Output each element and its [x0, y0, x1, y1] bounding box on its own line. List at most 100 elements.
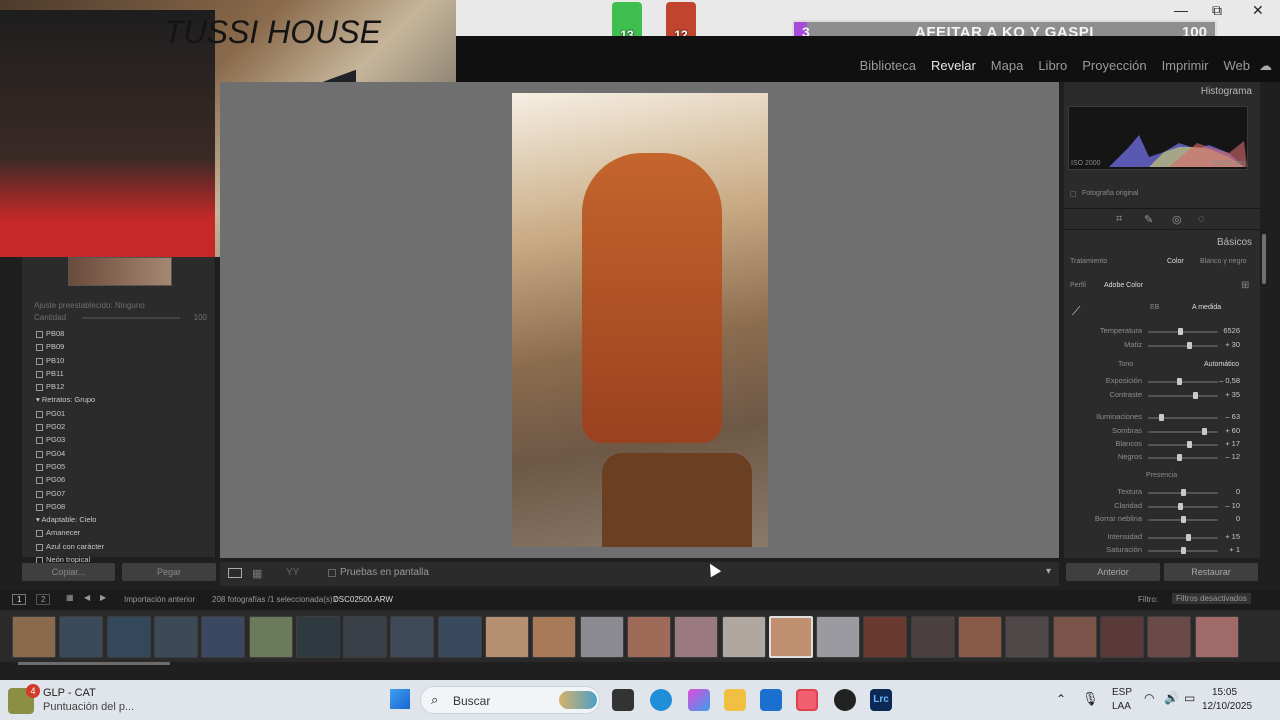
original-photo-checkbox[interactable]: ▢: [1070, 190, 1077, 198]
volume-icon[interactable]: 🔊: [1164, 691, 1179, 705]
monitor-1-button[interactable]: 1: [12, 594, 27, 605]
filmstrip-source[interactable]: Importación anterior: [124, 595, 195, 604]
filmstrip-thumbnail[interactable]: [958, 616, 1002, 658]
lightroom-icon[interactable]: Lrc: [870, 689, 892, 711]
auto-tone-button[interactable]: Automático: [1204, 361, 1239, 368]
preset-group[interactable]: ▾ Adaptable: Cielo: [30, 513, 210, 526]
filmstrip-thumbnail[interactable]: [1147, 616, 1192, 658]
monitor-2-button[interactable]: 2: [36, 594, 51, 605]
start-icon[interactable]: [390, 689, 410, 709]
slider-value[interactable]: + 35: [1225, 390, 1240, 399]
filmstrip-thumbnail[interactable]: [910, 616, 955, 658]
davinci-icon[interactable]: [834, 689, 856, 711]
filmstrip-thumbnail[interactable]: [437, 616, 482, 658]
slider-value[interactable]: – 10: [1225, 501, 1240, 510]
preset-item[interactable]: PB11: [30, 367, 210, 380]
filmstrip-thumbnail[interactable]: [1099, 616, 1144, 658]
slider-thumb[interactable]: [1181, 547, 1186, 554]
slider-track[interactable]: [1148, 331, 1218, 333]
tray-chevron-icon[interactable]: ⌃: [1056, 692, 1066, 706]
heal-icon[interactable]: ✎: [1144, 213, 1153, 226]
preset-item[interactable]: PG02: [30, 420, 210, 433]
filmstrip-thumbnail[interactable]: [201, 616, 246, 658]
grid-icon[interactable]: ▦: [66, 593, 74, 602]
filmstrip-thumbnail[interactable]: [1052, 616, 1097, 658]
tab-imprimir[interactable]: Imprimir: [1162, 58, 1209, 73]
compare-icon[interactable]: YY: [286, 567, 299, 578]
tab-revelar[interactable]: Revelar: [931, 58, 976, 73]
basics-title[interactable]: Básicos: [1217, 237, 1252, 248]
slider-value[interactable]: + 17: [1225, 439, 1240, 448]
slider-value[interactable]: – 12: [1225, 452, 1240, 461]
filmstrip-thumbnail[interactable]: [1005, 616, 1050, 658]
maximize-button[interactable]: ⧉: [1212, 2, 1222, 19]
filmstrip-scrollbar[interactable]: [18, 662, 170, 665]
file-explorer-icon[interactable]: [724, 689, 746, 711]
slider-value[interactable]: + 15: [1225, 532, 1240, 541]
preset-item[interactable]: PG05: [30, 460, 210, 473]
filmstrip-thumbnail[interactable]: [768, 616, 813, 658]
preset-item[interactable]: PG06: [30, 473, 210, 486]
preset-item[interactable]: PB12: [30, 380, 210, 393]
copy-button[interactable]: Copiar...: [22, 563, 115, 581]
microphone-icon[interactable]: 🎙: [1082, 691, 1099, 707]
soft-proof-checkbox[interactable]: [328, 569, 336, 577]
preset-item[interactable]: PB08: [30, 327, 210, 340]
slider-value[interactable]: + 30: [1225, 340, 1240, 349]
preset-item[interactable]: Amanecer: [30, 526, 210, 539]
battery-icon[interactable]: ▭: [1184, 691, 1195, 705]
slider-value[interactable]: + 1: [1229, 545, 1240, 554]
filmstrip-thumbnail[interactable]: [626, 616, 671, 658]
preset-item[interactable]: Azul con carácter: [30, 540, 210, 553]
filmstrip-thumbnail[interactable]: [674, 616, 719, 658]
filmstrip-thumbnail[interactable]: [485, 616, 529, 658]
close-button[interactable]: ✕: [1252, 2, 1264, 19]
preset-item[interactable]: PG01: [30, 407, 210, 420]
wifi-icon[interactable]: ◠: [1144, 691, 1154, 705]
preset-item[interactable]: PG03: [30, 433, 210, 446]
slider-track[interactable]: [1148, 457, 1218, 459]
slider-thumb[interactable]: [1177, 328, 1183, 335]
copilot-icon[interactable]: [688, 689, 710, 711]
toolbar-menu-chevron-icon[interactable]: ▾: [1046, 566, 1051, 577]
weather-subtitle[interactable]: Puntuación del p...: [43, 701, 134, 713]
filmstrip-thumbnail[interactable]: [579, 616, 624, 658]
before-after-icon[interactable]: ▦: [252, 567, 262, 580]
slider-value[interactable]: – 0,58: [1219, 376, 1240, 385]
profile-select[interactable]: Adobe Color: [1104, 282, 1143, 289]
filmstrip-thumbnail[interactable]: [248, 616, 293, 658]
right-scrollbar[interactable]: [1262, 234, 1266, 284]
wb-select[interactable]: A medida: [1192, 304, 1221, 311]
previous-button[interactable]: Anterior: [1066, 563, 1160, 581]
slider-value[interactable]: 6526: [1223, 326, 1240, 335]
store-icon[interactable]: [760, 689, 782, 711]
weather-title[interactable]: GLP - CAT: [43, 687, 96, 699]
filmstrip-thumbnail[interactable]: [721, 616, 766, 658]
slider-thumb[interactable]: [1176, 378, 1182, 385]
amount-slider[interactable]: [82, 317, 180, 319]
language-sub[interactable]: LAA: [1112, 701, 1131, 712]
crop-icon[interactable]: ⌗: [1116, 213, 1122, 226]
search-box[interactable]: ⌕ Buscar: [420, 686, 600, 714]
slider-thumb[interactable]: [1186, 441, 1192, 448]
slider-thumb[interactable]: [1181, 516, 1186, 523]
main-photo[interactable]: [512, 93, 768, 547]
slider-value[interactable]: 0: [1236, 514, 1240, 523]
task-view-icon[interactable]: [612, 689, 634, 711]
tab-mapa[interactable]: Mapa: [991, 58, 1024, 73]
slider-track[interactable]: [1148, 395, 1218, 397]
treatment-bw-button[interactable]: Blanco y negro: [1200, 258, 1247, 265]
cloud-icon[interactable]: ☁: [1259, 58, 1272, 74]
reset-button[interactable]: Restaurar: [1164, 563, 1258, 581]
back-icon[interactable]: ◀: [84, 593, 90, 602]
loupe-view-icon[interactable]: [228, 568, 242, 578]
slider-thumb[interactable]: [1177, 503, 1183, 510]
slider-thumb[interactable]: [1202, 428, 1207, 435]
preset-item[interactable]: PG08: [30, 500, 210, 513]
filmstrip-filename[interactable]: DSC02500.ARW: [333, 595, 393, 604]
mask-icon[interactable]: ◌: [1198, 213, 1205, 225]
slider-thumb[interactable]: [1185, 534, 1191, 541]
filmstrip-thumbnail[interactable]: [12, 616, 56, 658]
slider-track[interactable]: [1148, 431, 1218, 433]
slider-value[interactable]: 0: [1236, 487, 1240, 496]
